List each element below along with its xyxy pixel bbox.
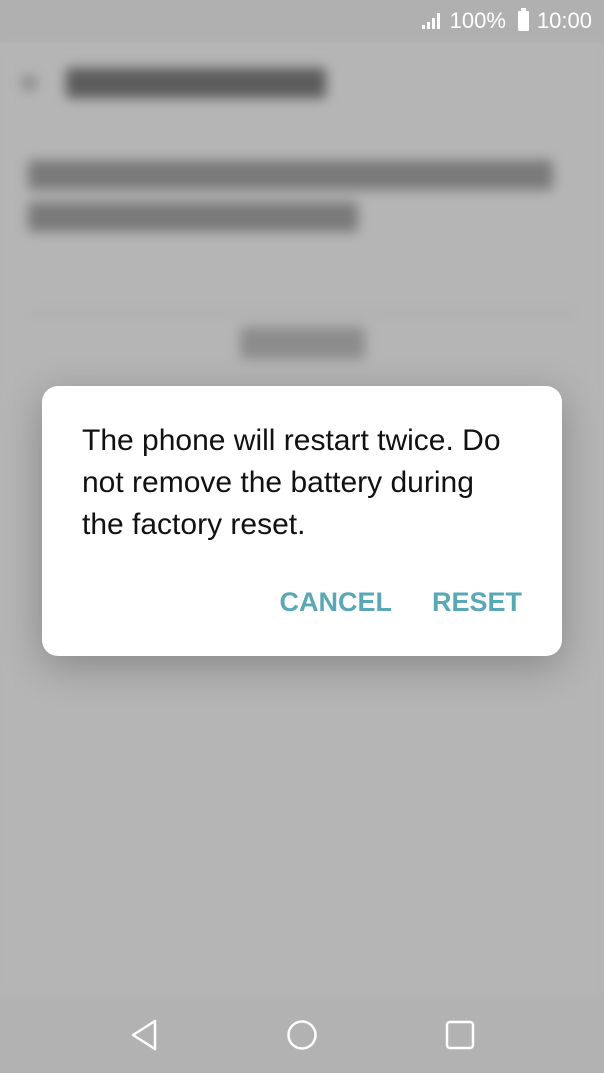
dialog-message: The phone will restart twice. Do not rem… [82,424,501,541]
status-bar: 100% 10:00 [0,0,604,42]
background-description-line [28,202,358,232]
battery-icon [517,8,529,31]
back-icon [131,1019,157,1051]
clock: 10:00 [536,8,592,33]
navigation-bar [0,997,604,1073]
home-icon [287,1020,317,1050]
back-button[interactable] [120,1011,168,1059]
dialog-actions: CANCEL RESET [279,587,522,618]
recents-icon [445,1020,475,1050]
background-description-line [28,160,553,190]
background-back-icon [22,76,36,90]
home-button[interactable] [278,1011,326,1059]
background-title [66,68,326,98]
battery-percentage: 100% [449,8,506,33]
background-button [240,327,365,359]
factory-reset-dialog: The phone will restart twice. Do not rem… [42,386,562,656]
background-header [22,64,342,102]
cancel-button[interactable]: CANCEL [279,587,392,618]
recents-button[interactable] [436,1011,484,1059]
signal-icon [421,13,442,29]
background-divider [28,312,576,314]
reset-button[interactable]: RESET [432,587,522,618]
